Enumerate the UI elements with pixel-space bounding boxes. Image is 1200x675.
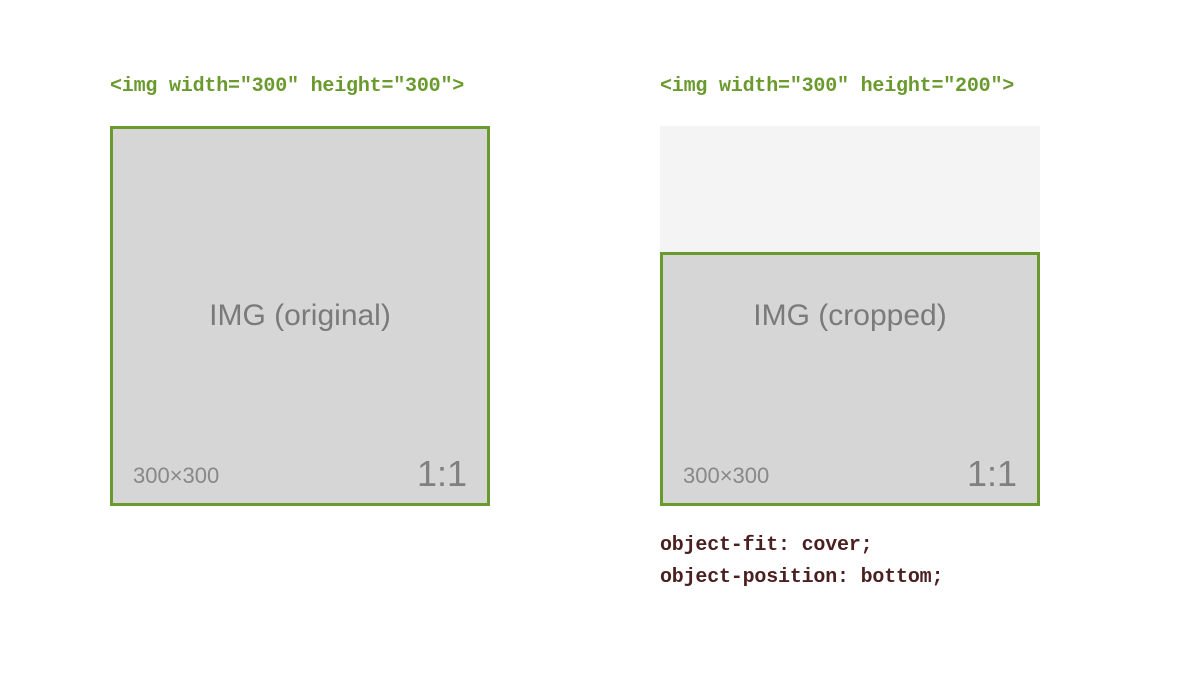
left-code-heading: <img width="300" height="300">	[110, 75, 540, 98]
original-ratio-label: 1:1	[417, 453, 467, 495]
original-dim-label: 300×300	[133, 463, 219, 489]
left-image-area: IMG (original) 300×300 1:1	[110, 126, 540, 506]
original-image-inner: IMG (original) 300×300 1:1	[113, 129, 487, 503]
original-center-label: IMG (original)	[113, 299, 487, 333]
css-properties-block: object-fit: cover; object-position: bott…	[660, 530, 1090, 594]
cropped-image-box: IMG (cropped) 300×300 1:1	[660, 252, 1040, 506]
css-line-object-fit: object-fit: cover;	[660, 530, 1090, 562]
css-line-object-position: object-position: bottom;	[660, 562, 1090, 594]
right-panel: <img width="300" height="200"> IMG (crop…	[660, 75, 1090, 594]
ghost-original-outline	[660, 126, 1040, 252]
cropped-image-inner: IMG (cropped) 300×300 1:1	[663, 252, 1037, 503]
right-code-heading: <img width="300" height="200">	[660, 75, 1090, 98]
right-image-area: IMG (cropped) 300×300 1:1	[660, 126, 1090, 506]
diagram-container: <img width="300" height="300"> IMG (orig…	[0, 0, 1200, 594]
cropped-dim-label: 300×300	[683, 463, 769, 489]
cropped-ratio-label: 1:1	[967, 453, 1017, 495]
cropped-center-label: IMG (cropped)	[663, 299, 1037, 333]
original-image-box: IMG (original) 300×300 1:1	[110, 126, 490, 506]
left-panel: <img width="300" height="300"> IMG (orig…	[110, 75, 540, 594]
